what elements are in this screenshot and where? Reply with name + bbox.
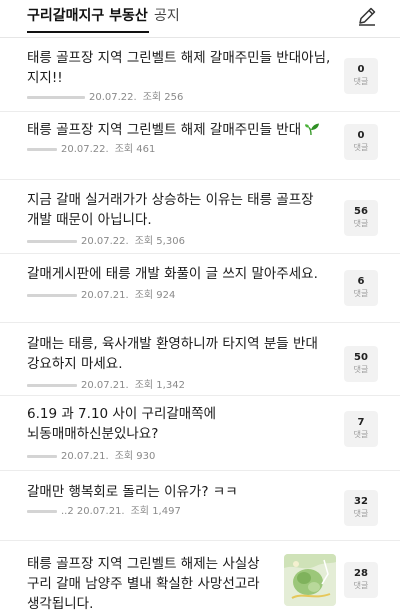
list-item[interactable]: 지금 갈매 실거래가가 상승하는 이유는 태릉 골프장 개발 때문이 아닙니다.… xyxy=(0,190,400,250)
divider xyxy=(0,322,400,323)
post-meta: 20.07.22. 조회 256 xyxy=(27,88,183,103)
post-date: ..2 20.07.21. xyxy=(61,506,125,517)
post-date: 20.07.22. xyxy=(61,144,109,155)
active-tab-indicator xyxy=(27,31,149,33)
post-meta: 20.07.21. 조회 924 xyxy=(27,286,175,301)
board-header: 구리갈매지구 부동산 공지 xyxy=(0,0,400,38)
post-meta: 20.07.21. 조회 930 xyxy=(27,447,155,462)
reply-count: 0 xyxy=(357,64,365,75)
reply-count: 56 xyxy=(354,206,368,217)
post-views: 조회 461 xyxy=(114,144,156,155)
post-date: 20.07.22. xyxy=(81,236,129,247)
post-date: 20.07.21. xyxy=(61,451,109,462)
reply-label: 댓글 xyxy=(353,365,369,374)
post-title: 태릉 골프장 지역 그린벨트 해제 갈매주민들 반대아님,지지!! xyxy=(27,50,331,86)
post-date: 20.07.21. xyxy=(81,380,129,391)
post-views: 조회 930 xyxy=(114,451,156,462)
reply-count-box[interactable]: 7 댓글 xyxy=(344,411,378,447)
list-item[interactable]: 갈매게시판에 태릉 개발 화풀이 글 쓰지 말아주세요. 20.07.21. 조회… xyxy=(0,264,400,314)
reply-count-box[interactable]: 28 댓글 xyxy=(344,562,378,598)
reply-count-box[interactable]: 32 댓글 xyxy=(344,490,378,526)
reply-label: 댓글 xyxy=(353,581,369,590)
reply-label: 댓글 xyxy=(353,430,369,439)
reply-count-box[interactable]: 50 댓글 xyxy=(344,346,378,382)
reply-count: 50 xyxy=(354,352,368,363)
reply-count-box[interactable]: 56 댓글 xyxy=(344,200,378,236)
list-item[interactable]: 태릉 골프장 지역 그린벨트 해제는 사실상 구리 갈매 남양주 별내 확실한 … xyxy=(0,554,400,616)
reply-count: 28 xyxy=(354,568,368,579)
sprout-icon xyxy=(304,122,320,136)
post-meta: 20.07.22. 조회 461 xyxy=(27,140,155,155)
reply-label: 댓글 xyxy=(353,77,369,86)
post-date: 20.07.22. xyxy=(89,92,137,103)
post-title: 갈매는 태릉, 육사개발 환영하니까 타지역 분들 반대 강요하지 마세요. xyxy=(27,336,318,372)
post-views: 조회 256 xyxy=(142,92,184,103)
divider xyxy=(0,253,400,254)
reply-label: 댓글 xyxy=(353,289,369,298)
divider xyxy=(0,540,400,541)
divider xyxy=(0,111,400,112)
list-item[interactable]: 갈매만 행복회로 돌리는 이유가? ㅋㅋ ..2 20.07.21. 조회 1,4… xyxy=(0,482,400,532)
post-meta: 20.07.22. 조회 5,306 xyxy=(27,232,185,247)
tab-real-estate[interactable]: 구리갈매지구 부동산 xyxy=(27,6,148,26)
header-divider xyxy=(0,37,400,38)
map-thumbnail[interactable] xyxy=(284,554,336,606)
post-title: 갈매게시판에 태릉 개발 화풀이 글 쓰지 말아주세요. xyxy=(27,266,318,282)
post-title: 지금 갈매 실거래가가 상승하는 이유는 태릉 골프장 개발 때문이 아닙니다. xyxy=(27,192,314,228)
list-item[interactable]: 6.19 과 7.10 사이 구리갈매쪽에 뇌동매매하신분있나요? 20.07.… xyxy=(0,404,400,464)
list-item[interactable]: 갈매는 태릉, 육사개발 환영하니까 타지역 분들 반대 강요하지 마세요. 2… xyxy=(0,334,400,394)
reply-count: 32 xyxy=(354,496,368,507)
tab-notice[interactable]: 공지 xyxy=(154,6,180,26)
reply-count: 7 xyxy=(357,417,365,428)
post-title: 태릉 골프장 지역 그린벨트 해제는 사실상 구리 갈매 남양주 별내 확실한 … xyxy=(27,556,260,612)
reply-count-box[interactable]: 0 댓글 xyxy=(344,58,378,94)
post-views: 조회 1,497 xyxy=(130,506,181,517)
post-title: 태릉 골프장 지역 그린벨트 해제 갈매주민들 반대 xyxy=(27,120,333,140)
post-meta: 20.07.21. 조회 1,342 xyxy=(27,376,185,391)
divider xyxy=(0,395,400,396)
post-title: 갈매만 행복회로 돌리는 이유가? ㅋㅋ xyxy=(27,484,238,500)
reply-count: 0 xyxy=(357,130,365,141)
post-views: 조회 1,342 xyxy=(134,380,185,391)
reply-label: 댓글 xyxy=(353,219,369,228)
post-date: 20.07.21. xyxy=(81,290,129,301)
reply-count-box[interactable]: 0 댓글 xyxy=(344,124,378,160)
reply-count-box[interactable]: 6 댓글 xyxy=(344,270,378,306)
reply-count: 6 xyxy=(357,276,365,287)
list-item[interactable]: 태릉 골프장 지역 그린벨트 해제 갈매주민들 반대아님,지지!! 20.07.… xyxy=(0,48,400,108)
pencil-icon[interactable] xyxy=(355,4,379,28)
post-meta: ..2 20.07.21. 조회 1,497 xyxy=(27,502,181,517)
post-views: 조회 924 xyxy=(134,290,176,301)
post-views: 조회 5,306 xyxy=(134,236,185,247)
divider xyxy=(0,179,400,180)
post-title-text: 태릉 골프장 지역 그린벨트 해제 갈매주민들 반대 xyxy=(27,122,302,138)
divider xyxy=(0,470,400,471)
reply-label: 댓글 xyxy=(353,143,369,152)
list-item[interactable]: 태릉 골프장 지역 그린벨트 해제 갈매주민들 반대 20.07.22. 조회 4… xyxy=(0,120,400,170)
post-title: 6.19 과 7.10 사이 구리갈매쪽에 뇌동매매하신분있나요? xyxy=(27,406,217,442)
reply-label: 댓글 xyxy=(353,509,369,518)
